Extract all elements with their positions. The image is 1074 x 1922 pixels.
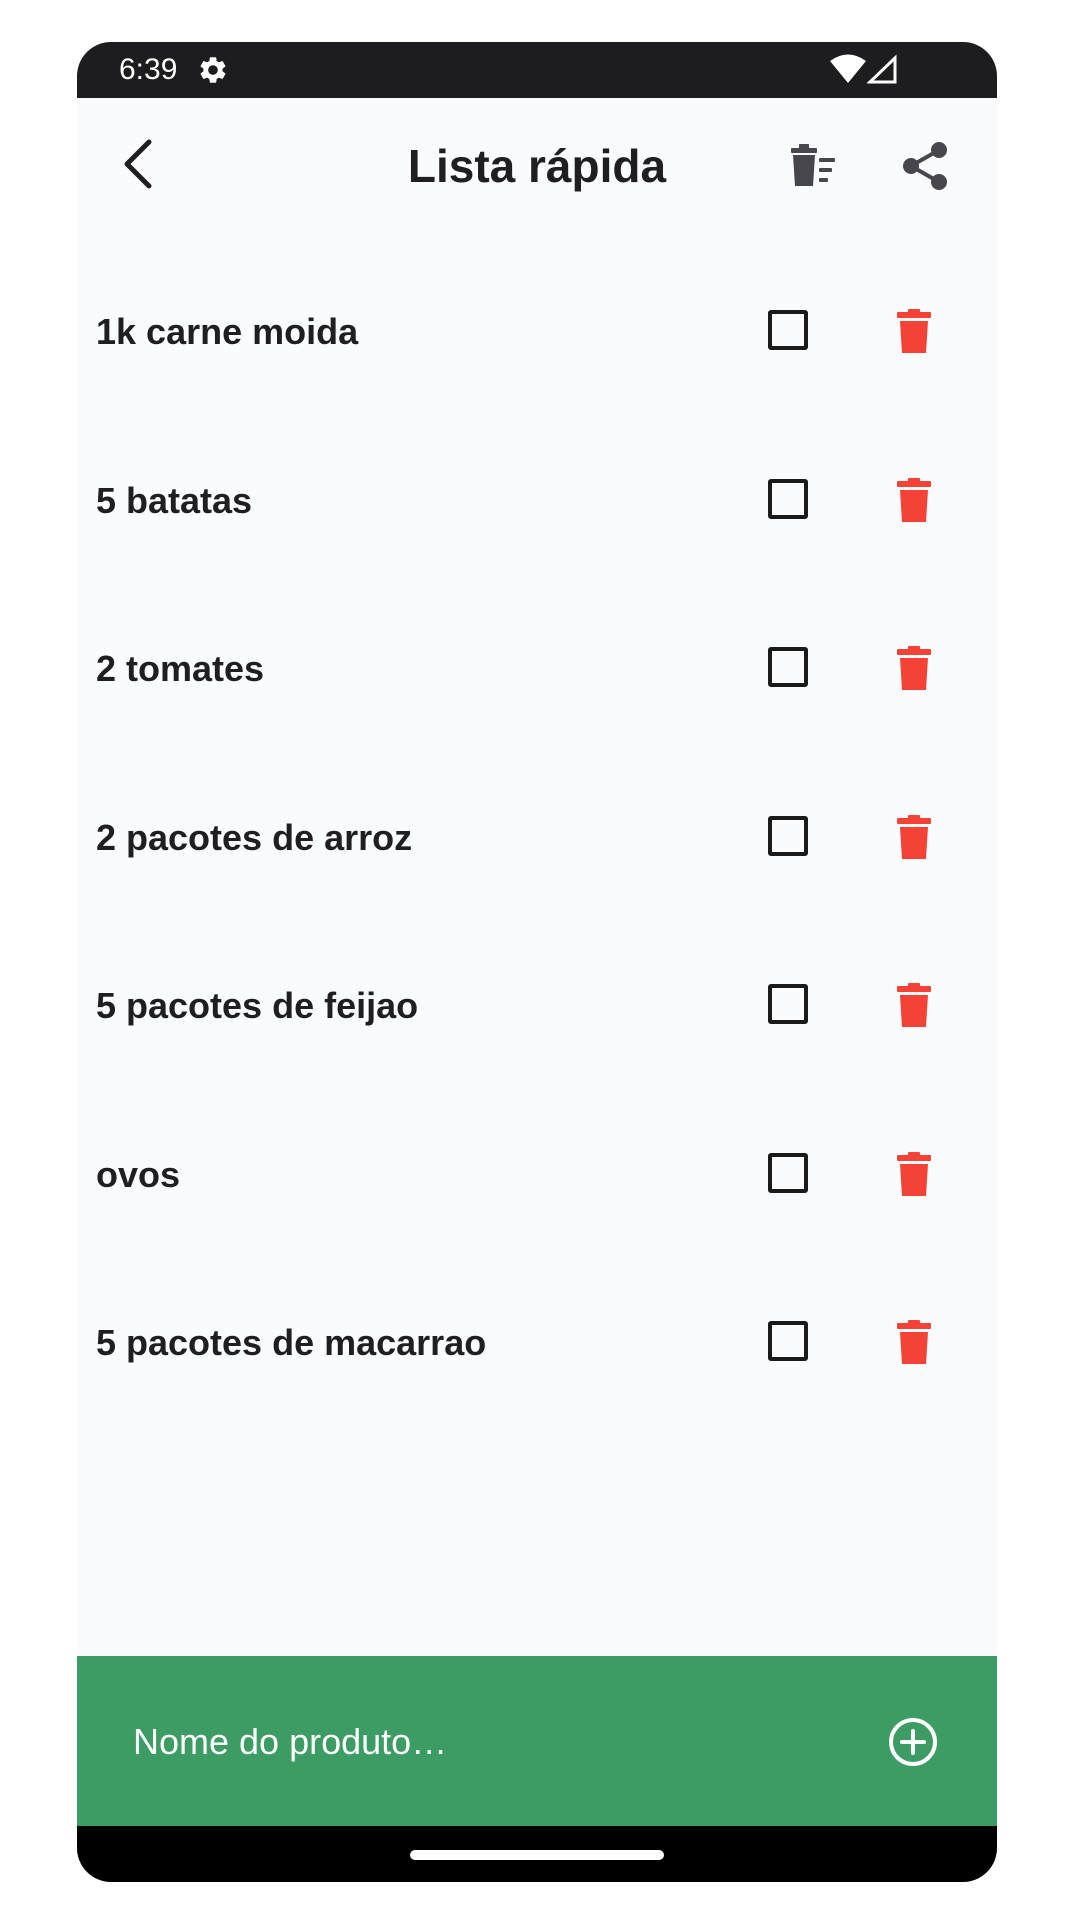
item-delete-button[interactable] [891,1150,937,1198]
share-button[interactable] [895,136,955,196]
item-checkbox[interactable] [768,1152,808,1193]
item-label: 5 pacotes de macarrao [96,1322,487,1363]
trash-icon [897,1320,931,1364]
item-checkbox[interactable] [768,647,808,687]
trash-icon [897,646,931,690]
trash-icon [897,1151,931,1196]
share-icon [903,142,947,190]
trash-icon [897,983,931,1027]
item-label: 5 pacotes de feijao [96,985,419,1026]
trash-icon [897,309,931,353]
item-label: 5 batatas [96,479,253,521]
item-label: 1k carne moida [96,311,359,352]
phone-screen: 6:39 Lista rápida 1k carne moida 5 batat… [77,42,997,1882]
status-time: 6:39 [119,53,178,86]
item-delete-button[interactable] [891,476,937,524]
wifi-icon [829,54,867,84]
item-delete-button[interactable] [891,981,937,1029]
item-label: ovos [96,1153,181,1195]
status-bar: 6:39 [77,42,997,98]
clear-list-button[interactable] [783,136,843,196]
item-checkbox[interactable] [768,478,808,519]
item-delete-button[interactable] [891,813,937,861]
item-label: 2 pacotes de arroz [96,816,413,858]
item-checkbox[interactable] [768,984,808,1024]
gear-icon [197,54,229,86]
shopping-list: 1k carne moida 5 batatas 2 tomates 2 pac… [77,307,997,1487]
list-item: 5 pacotes de feijao [77,981,997,1150]
item-checkbox[interactable] [768,815,808,856]
item-delete-button[interactable] [891,307,937,355]
delete-sweep-icon [791,144,835,186]
list-item: 5 pacotes de macarrao [77,1318,997,1487]
list-item: 1k carne moida [77,307,997,476]
page-title: Lista rápida [407,140,667,192]
list-item: 2 tomates [77,644,997,813]
add-product-bar [77,1656,997,1826]
list-item: ovos [77,1150,997,1319]
trash-icon [897,477,931,522]
navigation-bar [77,1826,997,1882]
item-checkbox[interactable] [768,1321,808,1361]
list-item: 5 batatas [77,476,997,645]
list-item: 2 pacotes de arroz [77,813,997,982]
item-delete-button[interactable] [891,644,937,692]
item-delete-button[interactable] [891,1318,937,1366]
top-app-bar: Lista rápida [77,98,997,234]
trash-icon [897,814,931,859]
item-label: 2 tomates [96,648,265,689]
signal-icon [866,54,899,86]
product-name-input[interactable] [133,1712,833,1772]
item-checkbox[interactable] [768,310,808,350]
home-handle[interactable] [410,1850,664,1860]
add-circle-icon [889,1718,937,1766]
add-product-button[interactable] [887,1716,939,1768]
